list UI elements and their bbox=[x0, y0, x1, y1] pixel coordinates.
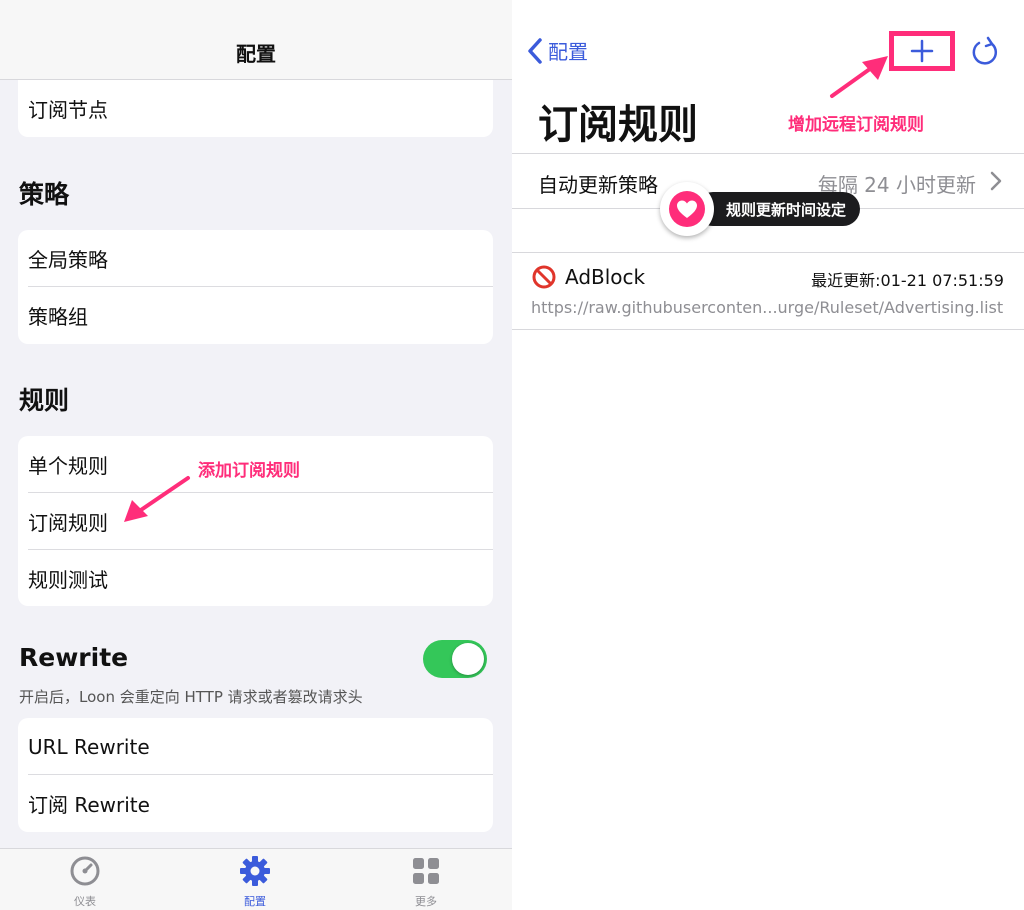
rules-section-title: 规则 bbox=[19, 386, 70, 415]
rule-list-item[interactable]: AdBlock 最近更新:01-21 07:51:59 https://raw.… bbox=[512, 253, 1024, 329]
update-time-tooltip: 规则更新时间设定 bbox=[660, 182, 861, 236]
policy-card: 全局策略 策略组 bbox=[18, 230, 493, 344]
dashboard-icon bbox=[70, 856, 100, 886]
tab-dashboard[interactable]: 仪表 bbox=[45, 855, 125, 909]
subscribe-rules-pane: 配置 增加远程订阅规则 订阅规则 自动更新策略 每隔 24 小时更新 规则更新时… bbox=[512, 0, 1024, 910]
rewrite-section-title: Rewrite bbox=[19, 643, 129, 672]
tab-more[interactable]: 更多 bbox=[386, 855, 466, 909]
prohibited-icon bbox=[532, 265, 556, 289]
policy-group-item[interactable]: 策略组 bbox=[18, 287, 493, 344]
subscribe-rewrite-label: 订阅 Rewrite bbox=[28, 793, 150, 817]
rule-test-item[interactable]: 规则测试 bbox=[18, 550, 493, 606]
subscribe-rule-item[interactable]: 订阅规则 bbox=[18, 493, 493, 550]
subscribe-nodes-label: 订阅节点 bbox=[28, 98, 108, 122]
back-label: 配置 bbox=[548, 40, 588, 64]
grid-icon bbox=[413, 858, 439, 884]
toggle-knob bbox=[452, 643, 484, 675]
plus-icon bbox=[910, 39, 934, 63]
annotation-arrow-icon bbox=[830, 56, 888, 98]
config-pane: 配置 订阅节点 策略 全局策略 策略组 规则 单个规则 订阅规则 规则测试 Re… bbox=[0, 0, 512, 910]
rule-name: AdBlock bbox=[532, 265, 645, 289]
subscribe-nodes-item[interactable]: 订阅节点 bbox=[18, 80, 493, 137]
url-rewrite-item[interactable]: URL Rewrite bbox=[18, 718, 493, 775]
rewrite-card: URL Rewrite 订阅 Rewrite bbox=[18, 718, 493, 832]
policy-group-label: 策略组 bbox=[28, 305, 88, 329]
single-rule-label: 单个规则 bbox=[28, 454, 108, 478]
gear-icon bbox=[240, 856, 270, 886]
rewrite-description: 开启后，Loon 会重定向 HTTP 请求或者篡改请求头 bbox=[19, 688, 363, 706]
heart-badge bbox=[660, 182, 714, 236]
update-policy-label: 自动更新策略 bbox=[538, 173, 658, 197]
url-rewrite-label: URL Rewrite bbox=[28, 734, 150, 759]
policy-section-title: 策略 bbox=[19, 180, 70, 209]
tab-dashboard-label: 仪表 bbox=[74, 895, 96, 908]
add-subscribe-rule-annotation: 添加订阅规则 bbox=[198, 461, 300, 481]
config-nav-title: 配置 bbox=[236, 42, 276, 66]
page-title: 订阅规则 bbox=[538, 102, 698, 148]
subscribe-rewrite-item[interactable]: 订阅 Rewrite bbox=[18, 775, 493, 832]
chevron-right-icon bbox=[990, 171, 1002, 191]
heart-icon bbox=[669, 191, 705, 227]
subscribe-rule-label: 订阅规则 bbox=[28, 511, 108, 535]
tab-config-label: 配置 bbox=[244, 895, 266, 908]
tab-config[interactable]: 配置 bbox=[215, 855, 295, 909]
tooltip-text: 规则更新时间设定 bbox=[696, 192, 861, 226]
rule-url: https://raw.githubuserconten...urge/Rule… bbox=[531, 298, 1004, 317]
refresh-icon bbox=[972, 36, 998, 65]
add-rule-button[interactable] bbox=[889, 31, 955, 71]
config-nav-bar: 配置 bbox=[0, 0, 512, 80]
chevron-left-icon bbox=[528, 37, 542, 64]
add-remote-rule-annotation: 增加远程订阅规则 bbox=[788, 115, 924, 135]
rule-test-label: 规则测试 bbox=[28, 568, 108, 592]
global-policy-item[interactable]: 全局策略 bbox=[18, 230, 493, 287]
subscribe-card: 订阅节点 bbox=[18, 80, 493, 137]
rule-updated-time: 最近更新:01-21 07:51:59 bbox=[811, 271, 1004, 290]
divider bbox=[512, 329, 1024, 330]
tab-bar: 仪表 配置 更多 bbox=[0, 848, 512, 910]
refresh-button[interactable] bbox=[970, 35, 1000, 71]
rule-name-text: AdBlock bbox=[565, 265, 646, 289]
tab-more-label: 更多 bbox=[415, 895, 437, 908]
back-button[interactable]: 配置 bbox=[526, 36, 588, 65]
rewrite-toggle[interactable] bbox=[423, 640, 487, 678]
annotation-arrow-icon bbox=[124, 476, 190, 522]
global-policy-label: 全局策略 bbox=[28, 248, 108, 272]
divider bbox=[512, 153, 1024, 154]
